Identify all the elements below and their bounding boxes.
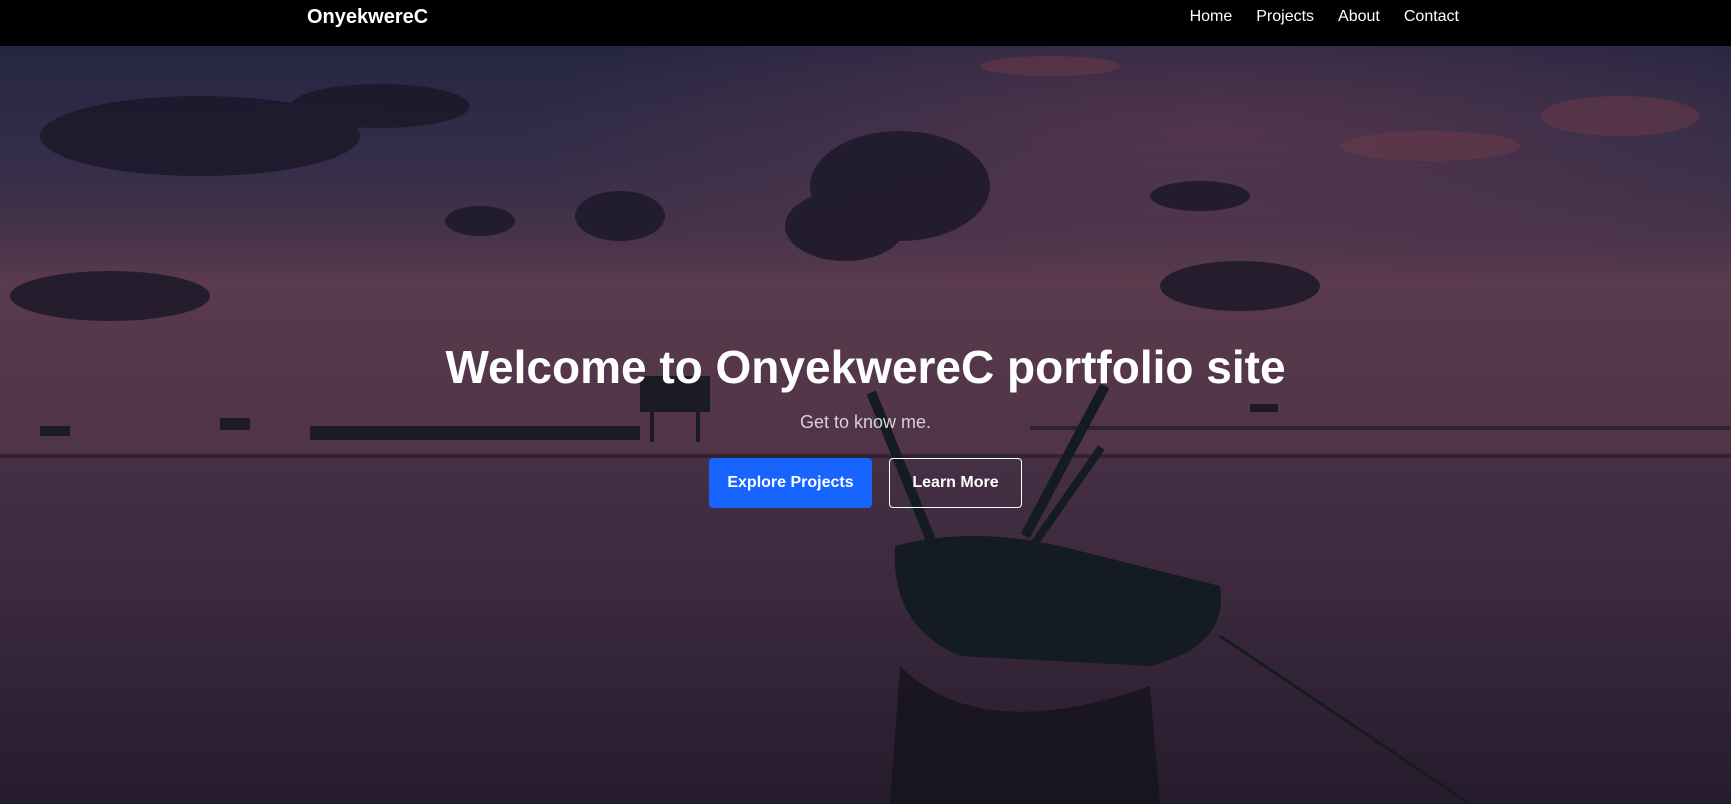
hero-button-group: Explore Projects Learn More [0,458,1731,508]
hero-title: Welcome to OnyekwereC portfolio site [445,341,1286,393]
nav-link-projects[interactable]: Projects [1244,6,1326,28]
page: OnyekwereC Home Projects About Contact W… [0,0,1731,804]
hero-subtitle: Get to know me. [799,412,932,432]
hero-section: Welcome to OnyekwereC portfolio site Get… [0,46,1731,804]
explore-projects-button[interactable]: Explore Projects [709,458,872,508]
nav-link-about[interactable]: About [1326,6,1392,28]
nav-link-home[interactable]: Home [1178,6,1245,28]
brand-logo[interactable]: OnyekwereC [307,6,428,28]
learn-more-button[interactable]: Learn More [889,458,1022,508]
hero-content: Welcome to OnyekwereC portfolio site Get… [0,46,1731,804]
nav-link-contact[interactable]: Contact [1392,6,1459,28]
nav-links: Home Projects About Contact [1178,6,1459,28]
navbar: OnyekwereC Home Projects About Contact [0,0,1731,46]
